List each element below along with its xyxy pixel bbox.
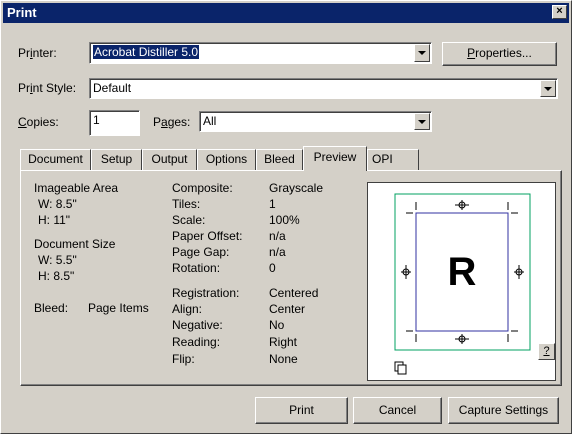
info-value: n/a bbox=[269, 245, 286, 259]
tile-icon[interactable] bbox=[394, 361, 408, 375]
chevron-down-icon[interactable] bbox=[414, 113, 430, 130]
info-value: 1 bbox=[269, 197, 276, 211]
info-value: Center bbox=[269, 302, 306, 316]
imageable-height: H: 11" bbox=[38, 213, 71, 227]
info-label: Scale: bbox=[172, 213, 206, 227]
document-size-heading: Document Size bbox=[34, 237, 116, 251]
cancel-button[interactable]: Cancel bbox=[353, 397, 442, 424]
pages-select[interactable]: All bbox=[199, 111, 432, 132]
copies-input[interactable]: 1 bbox=[89, 110, 140, 136]
info-label: Reading: bbox=[172, 335, 221, 349]
help-button[interactable]: ? bbox=[538, 343, 555, 360]
info-value: Right bbox=[269, 335, 298, 349]
pages-label: Pages: bbox=[153, 115, 191, 129]
print-dialog: Print × Printer: Acrobat Distiller 5.0 P… bbox=[0, 0, 572, 434]
info-label: Paper Offset: bbox=[172, 229, 243, 243]
info-label: Flip: bbox=[172, 352, 195, 366]
print-button[interactable]: Print bbox=[255, 397, 348, 424]
info-label: Align: bbox=[172, 302, 203, 316]
properties-button[interactable]: Properties... bbox=[442, 42, 557, 66]
page-preview: R ? bbox=[367, 182, 556, 381]
tab-preview[interactable]: Preview bbox=[303, 146, 367, 171]
info-label: Registration: bbox=[172, 286, 240, 300]
tab-opi[interactable]: OPI bbox=[367, 149, 419, 170]
window-title: Print bbox=[7, 5, 37, 20]
chevron-down-icon[interactable] bbox=[540, 80, 556, 97]
info-label: Rotation: bbox=[172, 261, 221, 275]
info-value: 0 bbox=[269, 261, 276, 275]
printer-label: Printer: bbox=[18, 46, 57, 60]
bleed-label: Bleed: bbox=[34, 301, 69, 315]
copies-value: 1 bbox=[93, 113, 100, 127]
info-label: Page Gap: bbox=[172, 245, 230, 259]
info-label: Negative: bbox=[172, 318, 223, 332]
info-value: No bbox=[269, 318, 285, 332]
close-icon: × bbox=[556, 5, 563, 17]
printer-value: Acrobat Distiller 5.0 bbox=[93, 45, 200, 59]
tab-output[interactable]: Output bbox=[142, 149, 197, 170]
page-preview-graphic: R bbox=[394, 193, 531, 351]
info-value: Grayscale bbox=[269, 181, 324, 195]
document-width: W: 5.5" bbox=[38, 253, 77, 267]
print-style-label: Print Style: bbox=[18, 81, 77, 95]
tab-options[interactable]: Options bbox=[197, 149, 256, 170]
info-value: None bbox=[269, 352, 298, 366]
info-value: 100% bbox=[269, 213, 300, 227]
bleed-value: Page Items bbox=[88, 301, 149, 315]
chevron-down-icon[interactable] bbox=[414, 44, 430, 62]
info-label: Composite: bbox=[172, 181, 233, 195]
info-value: Centered bbox=[269, 286, 319, 300]
close-button[interactable]: × bbox=[552, 5, 567, 19]
print-style-value: Default bbox=[93, 81, 132, 95]
tab-bleed[interactable]: Bleed bbox=[256, 149, 303, 170]
imageable-area-heading: Imageable Area bbox=[34, 181, 119, 195]
title-bar: Print × bbox=[3, 3, 569, 23]
imageable-width: W: 8.5" bbox=[38, 197, 77, 211]
copies-label: Copies: bbox=[18, 115, 59, 129]
document-height: H: 8.5" bbox=[38, 269, 75, 283]
printer-select[interactable]: Acrobat Distiller 5.0 bbox=[89, 42, 432, 64]
info-label: Tiles: bbox=[172, 197, 201, 211]
print-style-select[interactable]: Default bbox=[89, 78, 558, 99]
pages-value: All bbox=[203, 114, 217, 128]
capture-settings-button[interactable]: Capture Settings bbox=[448, 397, 559, 424]
tab-document[interactable]: Document bbox=[20, 149, 91, 170]
info-value: n/a bbox=[269, 229, 286, 243]
tab-setup[interactable]: Setup bbox=[91, 149, 142, 170]
page-letter: R bbox=[448, 250, 477, 294]
